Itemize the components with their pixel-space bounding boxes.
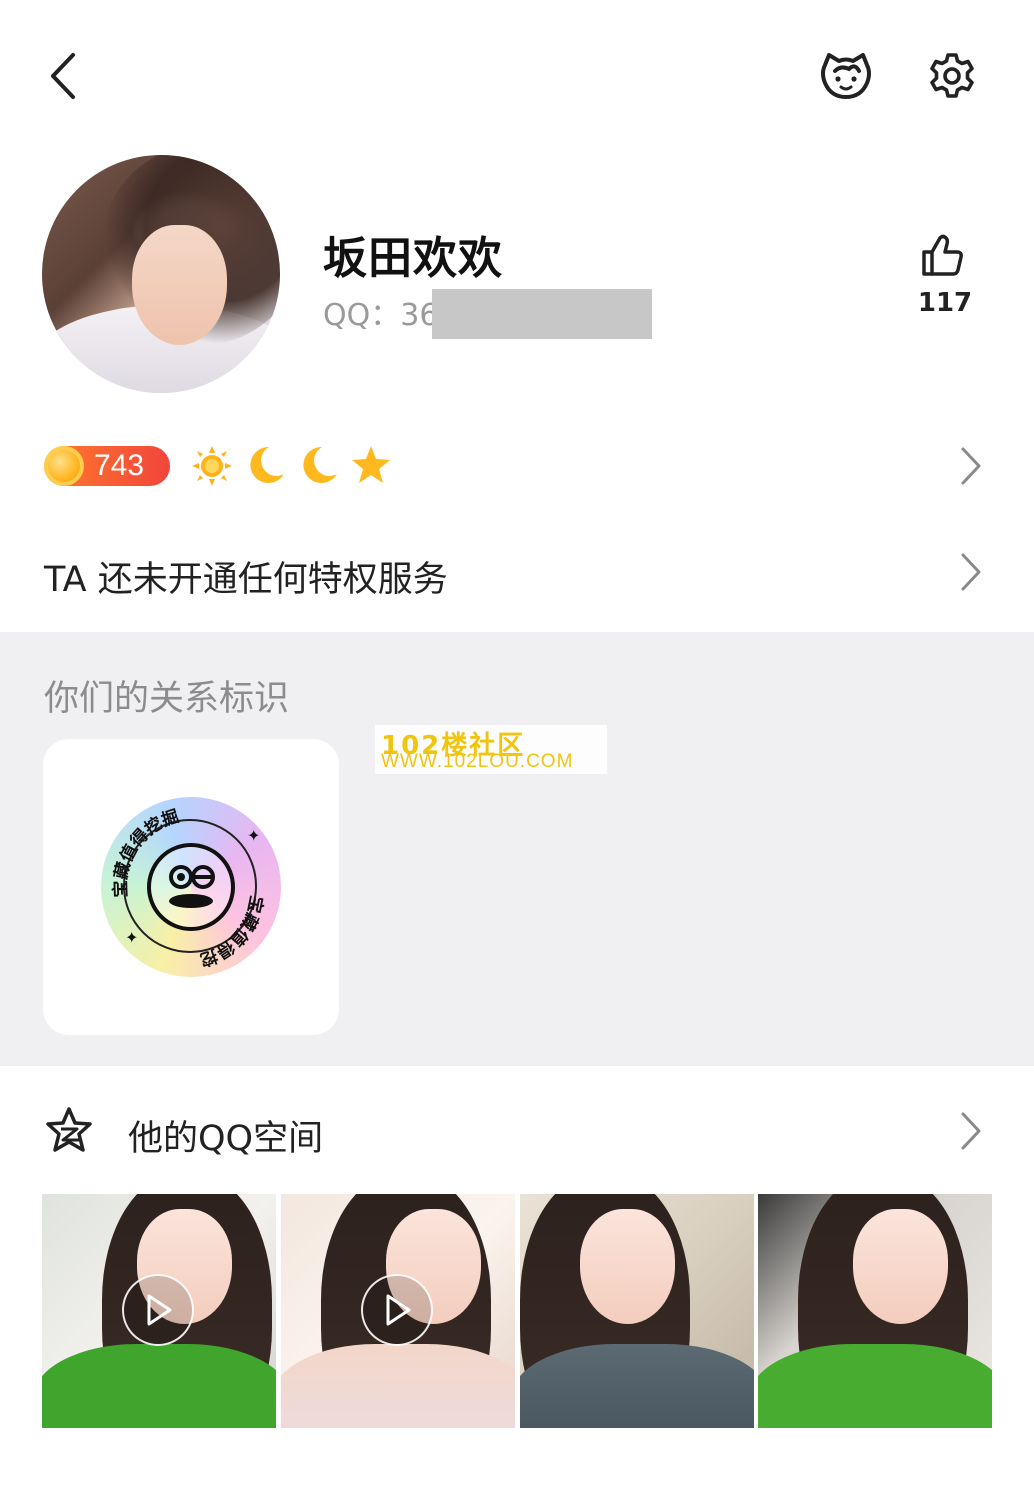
svg-text:宝藏值得挖掘: 宝藏值得挖掘 [110, 806, 182, 898]
qzone-title: 他的QQ空间 [128, 1119, 324, 1159]
level-coin-icon [44, 446, 84, 486]
level-badge: 743 [44, 446, 170, 486]
top-bar [0, 0, 1034, 150]
play-icon [122, 1274, 194, 1346]
relation-badge-card[interactable]: 宝藏值得挖掘 宝藏值得挖掘 ✦ ✦ [43, 739, 339, 1035]
thumbs-up-icon[interactable] [920, 232, 968, 280]
qzone-photo-3[interactable] [520, 1194, 754, 1428]
relation-badge: 宝藏值得挖掘 宝藏值得挖掘 ✦ ✦ [101, 797, 281, 977]
watermark-line2: WWW.102LOU.COM [381, 751, 574, 772]
privilege-text: TA 还未开通任何特权服务 [44, 560, 448, 600]
settings-gear-icon[interactable] [926, 50, 978, 102]
moon-icon [245, 444, 287, 486]
chevron-right-icon [958, 1111, 984, 1151]
play-icon [361, 1274, 433, 1346]
sun-icon [191, 445, 233, 487]
qzone-star-icon [44, 1106, 94, 1156]
qq-number-redaction [432, 289, 652, 339]
avatar[interactable] [42, 155, 280, 393]
svg-text:✦: ✦ [125, 928, 138, 947]
pet-face-icon[interactable] [818, 48, 874, 104]
qzone-photo-2[interactable] [281, 1194, 515, 1428]
nickname: 坂田欢欢 [323, 233, 503, 284]
back-icon[interactable] [40, 48, 84, 104]
star-icon [350, 444, 392, 486]
like-count: 117 [917, 288, 973, 318]
svg-text:✦: ✦ [247, 826, 260, 845]
moon-icon [298, 444, 340, 486]
level-number: 743 [94, 449, 145, 482]
qzone-photo-1[interactable] [42, 1194, 276, 1428]
chevron-right-icon [958, 552, 984, 592]
relation-section-title: 你们的关系标识 [44, 679, 290, 719]
badge-ring-text: 宝藏值得挖掘 宝藏值得挖掘 ✦ ✦ [101, 797, 267, 970]
badge-text-top: 宝藏值得挖掘 [110, 806, 182, 898]
watermark: 102楼社区 WWW.102LOU.COM [375, 725, 607, 774]
qq-number: QQ：36 [323, 298, 439, 333]
qzone-photo-4[interactable] [758, 1194, 992, 1428]
chevron-right-icon [958, 446, 984, 486]
